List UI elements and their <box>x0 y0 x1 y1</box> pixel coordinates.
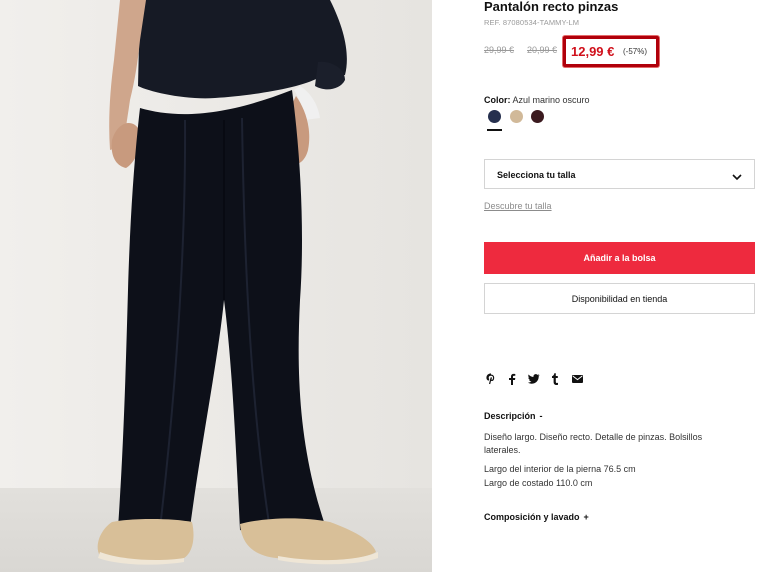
product-title: Pantalón recto pinzas <box>484 0 619 14</box>
selected-swatch-indicator <box>487 129 502 131</box>
product-reference: REF. 87080534-TAMMY-LM <box>484 18 580 27</box>
description-section-toggle[interactable]: Descripción - <box>484 411 543 421</box>
composition-heading: Composición y lavado <box>484 512 580 522</box>
leg-inseam-measure: Largo del interior de la pierna 76.5 cm <box>484 464 636 474</box>
product-photo-illustration <box>0 0 432 572</box>
swatch-burgundy[interactable] <box>531 110 544 123</box>
side-length-measure: Largo de costado 110.0 cm <box>484 478 593 488</box>
swatch-navy[interactable] <box>488 110 501 123</box>
tumblr-icon[interactable] <box>548 372 562 386</box>
pinterest-icon[interactable] <box>484 372 498 386</box>
store-availability-button[interactable]: Disponibilidad en tienda <box>484 283 755 314</box>
current-price-highlight: 12,99 € (-57%) <box>563 36 659 67</box>
swatch-beige[interactable] <box>510 110 523 123</box>
previous-price: 20,99 € <box>527 45 558 55</box>
size-guide-link[interactable]: Descubre tu talla <box>484 201 552 211</box>
description-heading: Descripción <box>484 411 536 421</box>
add-to-bag-button[interactable]: Añadir a la bolsa <box>484 242 755 274</box>
color-value: Azul marino oscuro <box>512 95 590 105</box>
expand-icon: + <box>583 512 589 522</box>
collapse-icon: - <box>539 411 543 421</box>
current-price: 12,99 € <box>571 44 615 59</box>
discount-badge: (-57%) <box>623 47 648 56</box>
original-price: 29,99 € <box>484 45 515 55</box>
email-icon[interactable] <box>570 372 584 386</box>
color-label-row: Color: Azul marino oscuro <box>484 95 590 105</box>
composition-section-toggle[interactable]: Composición y lavado + <box>484 512 589 522</box>
size-select-label: Selecciona tu talla <box>497 170 576 180</box>
facebook-icon[interactable] <box>505 372 519 386</box>
chevron-down-icon <box>732 169 742 187</box>
size-select[interactable]: Selecciona tu talla <box>484 159 755 189</box>
twitter-icon[interactable] <box>527 372 541 386</box>
color-label: Color: <box>484 95 511 105</box>
product-image[interactable] <box>0 0 432 572</box>
description-text: Diseño largo. Diseño recto. Detalle de p… <box>484 432 703 455</box>
